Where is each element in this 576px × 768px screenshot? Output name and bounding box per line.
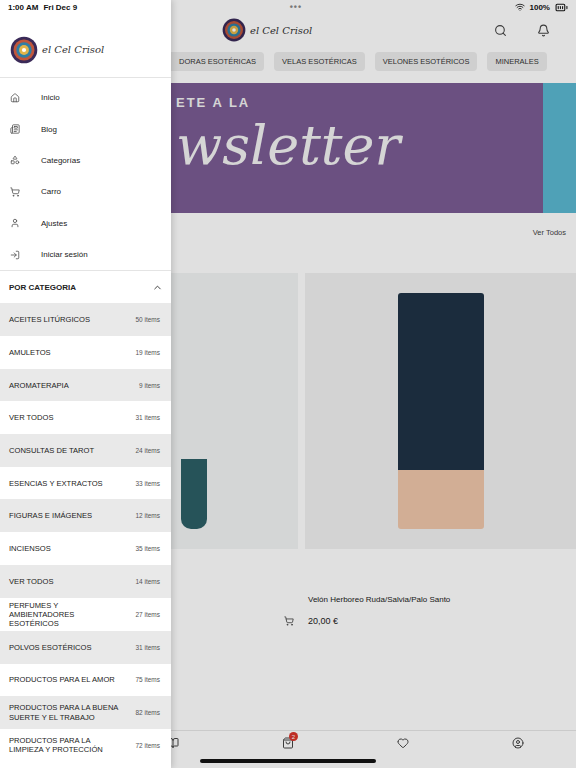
category-name: PERFUMES Y AMBIENTADORES ESOTÉRICOS [9, 601, 119, 628]
cart-icon [10, 187, 20, 197]
category-name: FIGURAS E IMÁGENES [9, 511, 92, 520]
menu-item[interactable]: Blog [0, 113, 171, 144]
category-name: POLVOS ESOTÉRICOS [9, 643, 92, 652]
category-count: 14 items [135, 578, 160, 585]
category-name: ESENCIAS Y EXTRACTOS [9, 479, 103, 488]
category-name: CONSULTAS DE TAROT [9, 446, 94, 455]
category-row[interactable]: AROMATERAPIA 9 items [0, 369, 171, 402]
category-count: 19 items [135, 349, 160, 356]
category-row[interactable]: PRODUCTOS PARA LA BUENA SUERTE Y EL TRAB… [0, 696, 171, 729]
status-date: Fri Dec 9 [43, 3, 77, 12]
category-row[interactable]: AMULETOS 19 items [0, 336, 171, 369]
screen: el Cel CrisolDORAS ESOTÉRICASVELAS ESOTÉ… [0, 0, 576, 768]
category-row[interactable]: ACEITES LITÚRGICOS 50 items [0, 303, 171, 336]
category-name: VER TODOS [9, 577, 53, 586]
category-row[interactable]: POLVOS ESOTÉRICOS 31 items [0, 631, 171, 664]
menu-item[interactable]: Iniciar sesión [0, 239, 171, 270]
category-name: AROMATERAPIA [9, 381, 69, 390]
category-row[interactable]: ESENCIAS Y EXTRACTOS 33 items [0, 467, 171, 500]
category-count: 50 items [135, 316, 160, 323]
category-count: 27 items [135, 611, 160, 618]
category-row[interactable]: PRODUCTOS PARA EL AMOR 75 items [0, 664, 171, 697]
home-indicator [200, 759, 376, 763]
categories-icon [10, 155, 20, 165]
login-icon [10, 250, 20, 260]
multitask-dots[interactable]: ••• [290, 2, 302, 12]
category-name: PRODUCTOS PARA EL AMOR [9, 675, 115, 684]
menu-item[interactable]: Carro [0, 176, 171, 207]
chevron-icon [152, 282, 163, 293]
blog-icon [10, 124, 20, 134]
category-row[interactable]: CONSULTAS DE TAROT 24 items [0, 434, 171, 467]
category-name: PRODUCTOS PARA LA LIMPIEZA Y PROTECCIÓN [9, 736, 119, 754]
drawer-menu: InicioBlogCategoríasCarroAjustesIniciar … [0, 78, 171, 271]
wifi-icon [515, 2, 525, 12]
category-count: 31 items [135, 644, 160, 651]
drawer-header: el Cel Crisol [0, 0, 171, 78]
category-count: 75 items [135, 676, 160, 683]
category-row[interactable]: INCIENSOS 35 items [0, 532, 171, 565]
mandala-logo-icon [10, 36, 38, 64]
menu-item[interactable]: Inicio [0, 82, 171, 113]
battery-icon [555, 1, 568, 14]
side-drawer: el Cel Crisol InicioBlogCategoríasCarroAj… [0, 0, 171, 768]
category-count: 35 items [135, 545, 160, 552]
user-icon [10, 218, 20, 228]
category-count: 82 items [135, 709, 160, 716]
battery-level: 100% [530, 3, 550, 12]
category-count: 12 items [135, 512, 160, 519]
category-name: INCIENSOS [9, 544, 51, 553]
menu-item[interactable]: Ajustes [0, 208, 171, 239]
category-row[interactable]: VER TODOS 14 items [0, 565, 171, 598]
status-time: 1:00 AM [8, 3, 38, 12]
status-bar: 1:00 AM Fri Dec 9 ••• 100% [0, 0, 576, 14]
category-count: 24 items [135, 447, 160, 454]
menu-item[interactable]: Categorías [0, 145, 171, 176]
category-count: 31 items [135, 414, 160, 421]
category-row[interactable]: VER TODOS 31 items [0, 401, 171, 434]
category-name: PRODUCTOS PARA LA BUENA SUERTE Y EL TRAB… [9, 703, 119, 721]
category-name: ACEITES LITÚRGICOS [9, 315, 90, 324]
category-name: VER TODOS [9, 413, 53, 422]
category-name: AMULETOS [9, 348, 51, 357]
category-count: 72 items [135, 742, 160, 749]
category-row[interactable]: PERFUMES Y AMBIENTADORES ESOTÉRICOS 27 it… [0, 598, 171, 631]
drawer-brand: el Cel Crisol [42, 44, 104, 55]
category-count: 9 items [139, 382, 160, 389]
category-count: 33 items [135, 480, 160, 487]
category-section-header[interactable]: POR CATEGORIA [0, 271, 171, 303]
category-row[interactable]: FIGURAS E IMÁGENES 12 items [0, 499, 171, 532]
home-icon [10, 93, 20, 103]
category-row[interactable]: PRODUCTOS PARA LA LIMPIEZA Y PROTECCIÓN 7… [0, 729, 171, 762]
